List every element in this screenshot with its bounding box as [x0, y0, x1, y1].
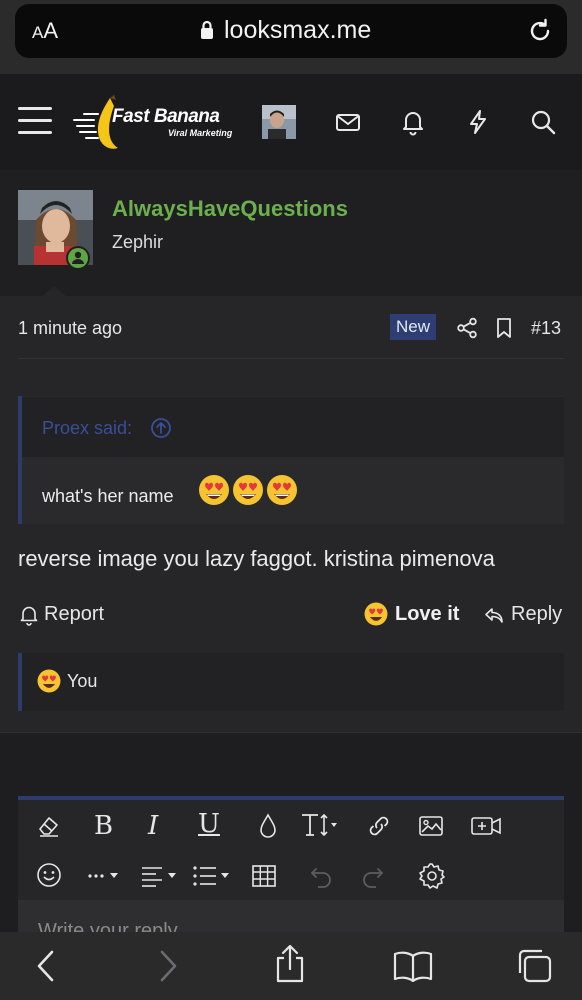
video-icon[interactable]	[470, 813, 502, 839]
reaction-list[interactable]: You	[36, 668, 97, 694]
divider	[18, 358, 564, 359]
more-icon[interactable]	[86, 866, 124, 886]
share-icon[interactable]	[456, 317, 478, 339]
report-button[interactable]: Report	[18, 603, 104, 626]
settings-icon[interactable]	[418, 862, 446, 890]
bell-icon	[20, 606, 38, 626]
emoji-icon[interactable]	[36, 862, 62, 888]
online-status-icon	[66, 246, 90, 270]
quote-author[interactable]: Proex said:	[42, 418, 132, 439]
post-text: reverse image you lazy faggot. kristina …	[18, 546, 495, 571]
search-icon[interactable]	[529, 108, 557, 136]
url-text: looksmax.me	[224, 15, 372, 44]
lightning-icon[interactable]	[464, 108, 492, 136]
share-icon[interactable]	[273, 944, 307, 984]
image-icon[interactable]	[418, 813, 444, 839]
url-display[interactable]: looksmax.me	[200, 15, 371, 45]
redo-icon[interactable]	[360, 863, 386, 889]
jump-up-icon[interactable]	[150, 417, 172, 439]
heart-eyes-emoji-icon	[267, 475, 297, 505]
divider	[0, 732, 582, 733]
bookmark-icon[interactable]	[495, 317, 513, 339]
reply-label: Reply	[511, 603, 563, 625]
love-it-label: Love it	[395, 602, 460, 625]
italic-icon[interactable]: I	[148, 811, 158, 841]
avatar[interactable]	[262, 105, 296, 139]
lock-icon	[200, 20, 214, 40]
post-time[interactable]: 1 minute ago	[18, 318, 122, 339]
heart-eyes-emoji-icon	[233, 475, 263, 505]
back-icon[interactable]	[34, 948, 58, 984]
text-size-button[interactable]: AA	[32, 18, 58, 44]
reactions-bar[interactable]	[18, 653, 564, 711]
tabs-icon[interactable]	[516, 948, 554, 984]
align-icon[interactable]	[140, 864, 182, 888]
color-icon[interactable]	[256, 812, 280, 840]
report-label: Report	[44, 603, 105, 625]
heart-eyes-emoji-icon	[199, 475, 229, 505]
love-it-button[interactable]: Love it	[363, 601, 459, 627]
undo-icon[interactable]	[308, 863, 334, 889]
bookmarks-icon[interactable]	[393, 950, 433, 982]
bold-icon[interactable]: B	[94, 811, 113, 841]
reaction-user: You	[67, 670, 98, 691]
menu-icon[interactable]	[18, 106, 52, 136]
logo-subtitle: Viral Marketing	[168, 128, 233, 138]
user-title: Zephir	[112, 232, 164, 252]
post-number[interactable]: #13	[531, 318, 561, 339]
forward-icon[interactable]	[156, 948, 180, 984]
table-icon[interactable]	[251, 863, 277, 889]
heart-eyes-emoji-icon	[37, 669, 61, 693]
logo-title: Fast Banana	[112, 106, 220, 127]
text-size-icon[interactable]	[300, 811, 344, 839]
quote-emojis	[197, 473, 299, 507]
heart-eyes-emoji-icon	[364, 602, 388, 626]
reply-button[interactable]: Reply	[483, 603, 562, 626]
post-username[interactable]: AlwaysHaveQuestions	[112, 196, 348, 222]
mail-icon[interactable]	[334, 108, 362, 136]
underline-icon[interactable]: U	[198, 809, 220, 839]
eraser-icon[interactable]	[36, 813, 62, 839]
link-icon[interactable]	[366, 813, 392, 839]
reload-icon[interactable]	[526, 17, 554, 45]
reply-icon	[485, 607, 503, 623]
quote-text: what's her name	[42, 486, 174, 506]
post-arrow	[42, 286, 66, 296]
list-icon[interactable]	[192, 864, 234, 888]
new-badge: New	[390, 314, 436, 340]
bell-icon[interactable]	[399, 108, 427, 136]
